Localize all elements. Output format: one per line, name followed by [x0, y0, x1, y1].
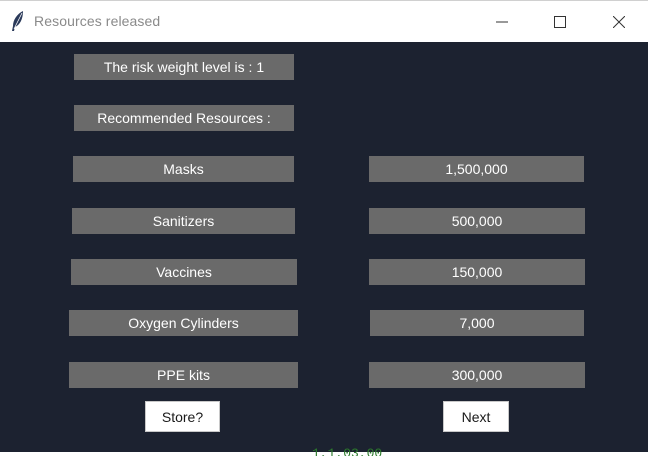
close-button[interactable]	[590, 1, 648, 43]
resource-name-masks: Masks	[73, 156, 294, 182]
resource-name-ppe-kits: PPE kits	[69, 362, 298, 388]
feather-icon	[9, 10, 27, 32]
background-window-text: 1,1,03,00	[312, 446, 383, 456]
resource-quantity-oxygen-cylinders: 7,000	[370, 310, 584, 336]
minimize-button[interactable]	[473, 1, 531, 43]
resource-name-vaccines: Vaccines	[71, 259, 297, 285]
title-bar[interactable]: Resources released	[0, 0, 648, 42]
resource-quantity-masks: 1,500,000	[369, 156, 584, 182]
maximize-button[interactable]	[531, 1, 589, 43]
store-button[interactable]: Store?	[145, 401, 220, 432]
next-button[interactable]: Next	[443, 401, 509, 432]
resource-quantity-vaccines: 150,000	[369, 259, 585, 285]
resources-window: Resources released The risk weight level…	[0, 0, 648, 456]
resource-quantity-ppe-kits: 300,000	[369, 362, 585, 388]
resource-name-oxygen-cylinders: Oxygen Cylinders	[69, 310, 298, 336]
window-title: Resources released	[34, 13, 161, 29]
resource-name-sanitizers: Sanitizers	[72, 208, 295, 234]
resource-quantity-sanitizers: 500,000	[369, 208, 585, 234]
recommended-resources-label: Recommended Resources :	[74, 105, 294, 131]
maximize-icon	[554, 16, 566, 28]
minimize-icon	[496, 21, 508, 23]
close-icon	[613, 16, 625, 28]
risk-weight-label: The risk weight level is : 1	[74, 54, 294, 80]
